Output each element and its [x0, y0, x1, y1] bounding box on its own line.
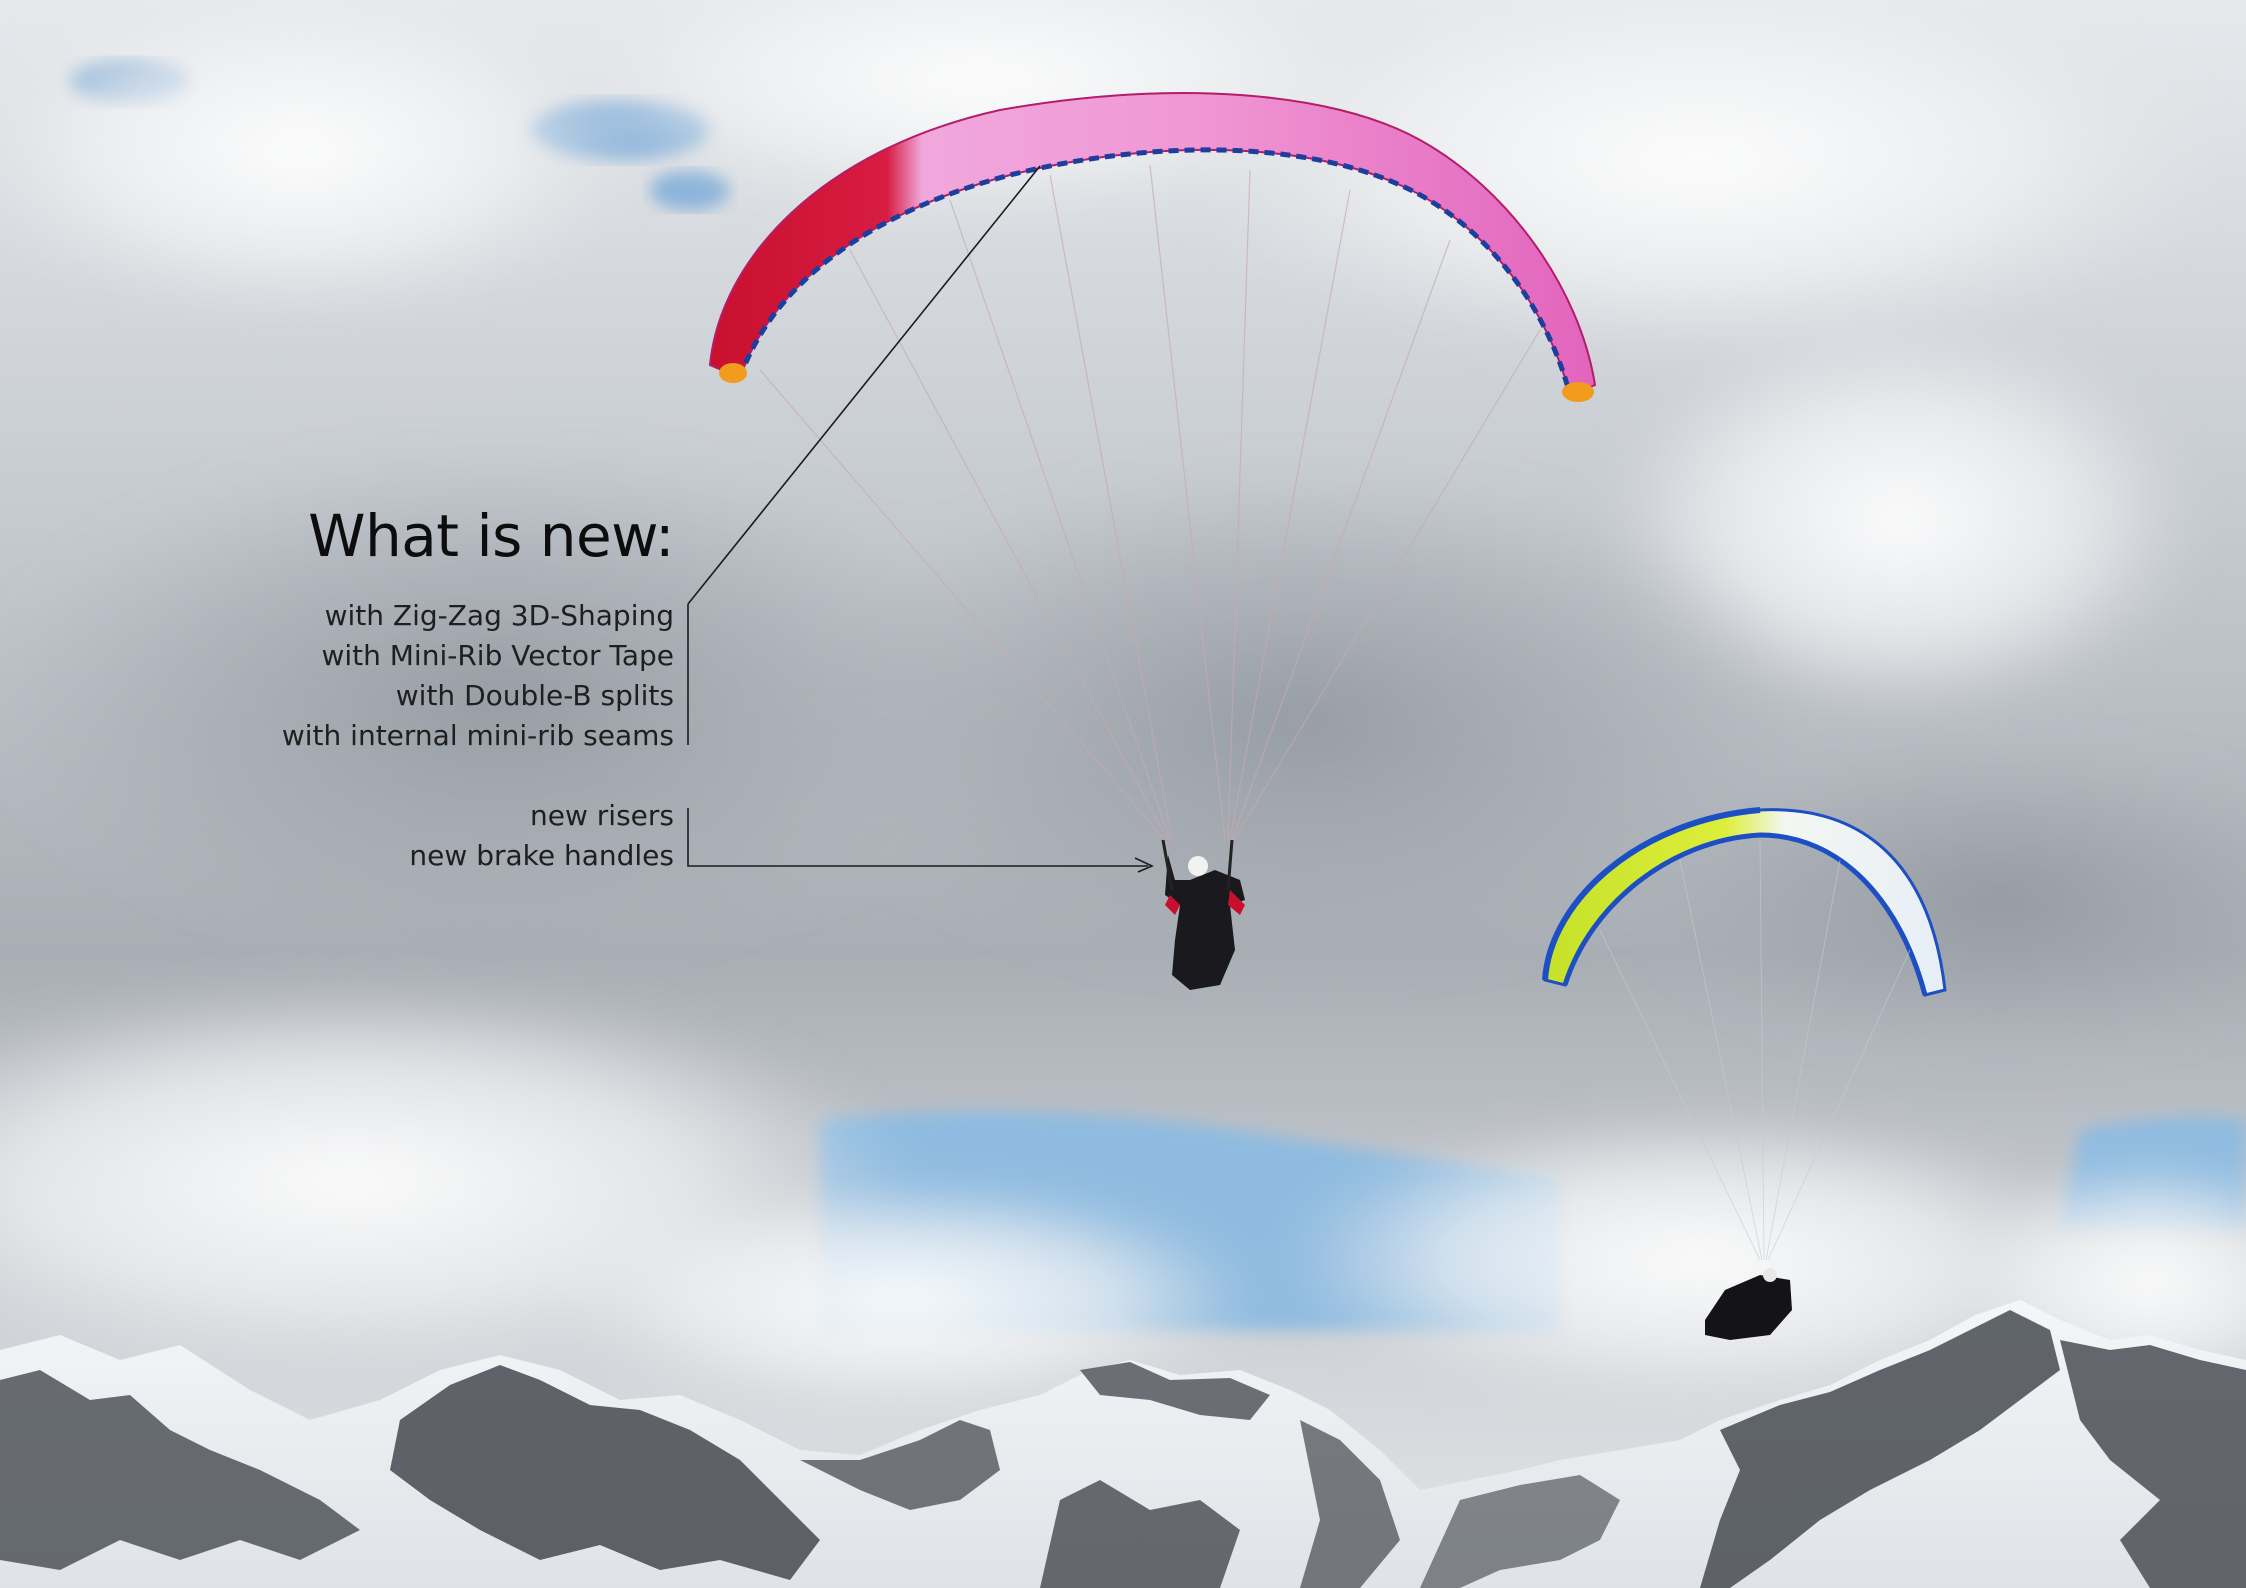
feature-item: with Double-B splits — [395, 679, 674, 712]
feature-item: with internal mini-rib seams — [281, 719, 674, 752]
equipment-list: new risers new brake handles — [409, 796, 674, 876]
feature-item: with Zig-Zag 3D-Shaping — [324, 599, 674, 632]
paragliding-photo — [0, 0, 2246, 1588]
feature-item: with Mini-Rib Vector Tape — [321, 639, 674, 672]
features-list: with Zig-Zag 3D-Shaping with Mini-Rib Ve… — [282, 596, 674, 756]
whats-new-heading: What is new: — [308, 502, 674, 570]
equipment-item: new risers — [530, 799, 674, 832]
equipment-item: new brake handles — [409, 839, 674, 872]
